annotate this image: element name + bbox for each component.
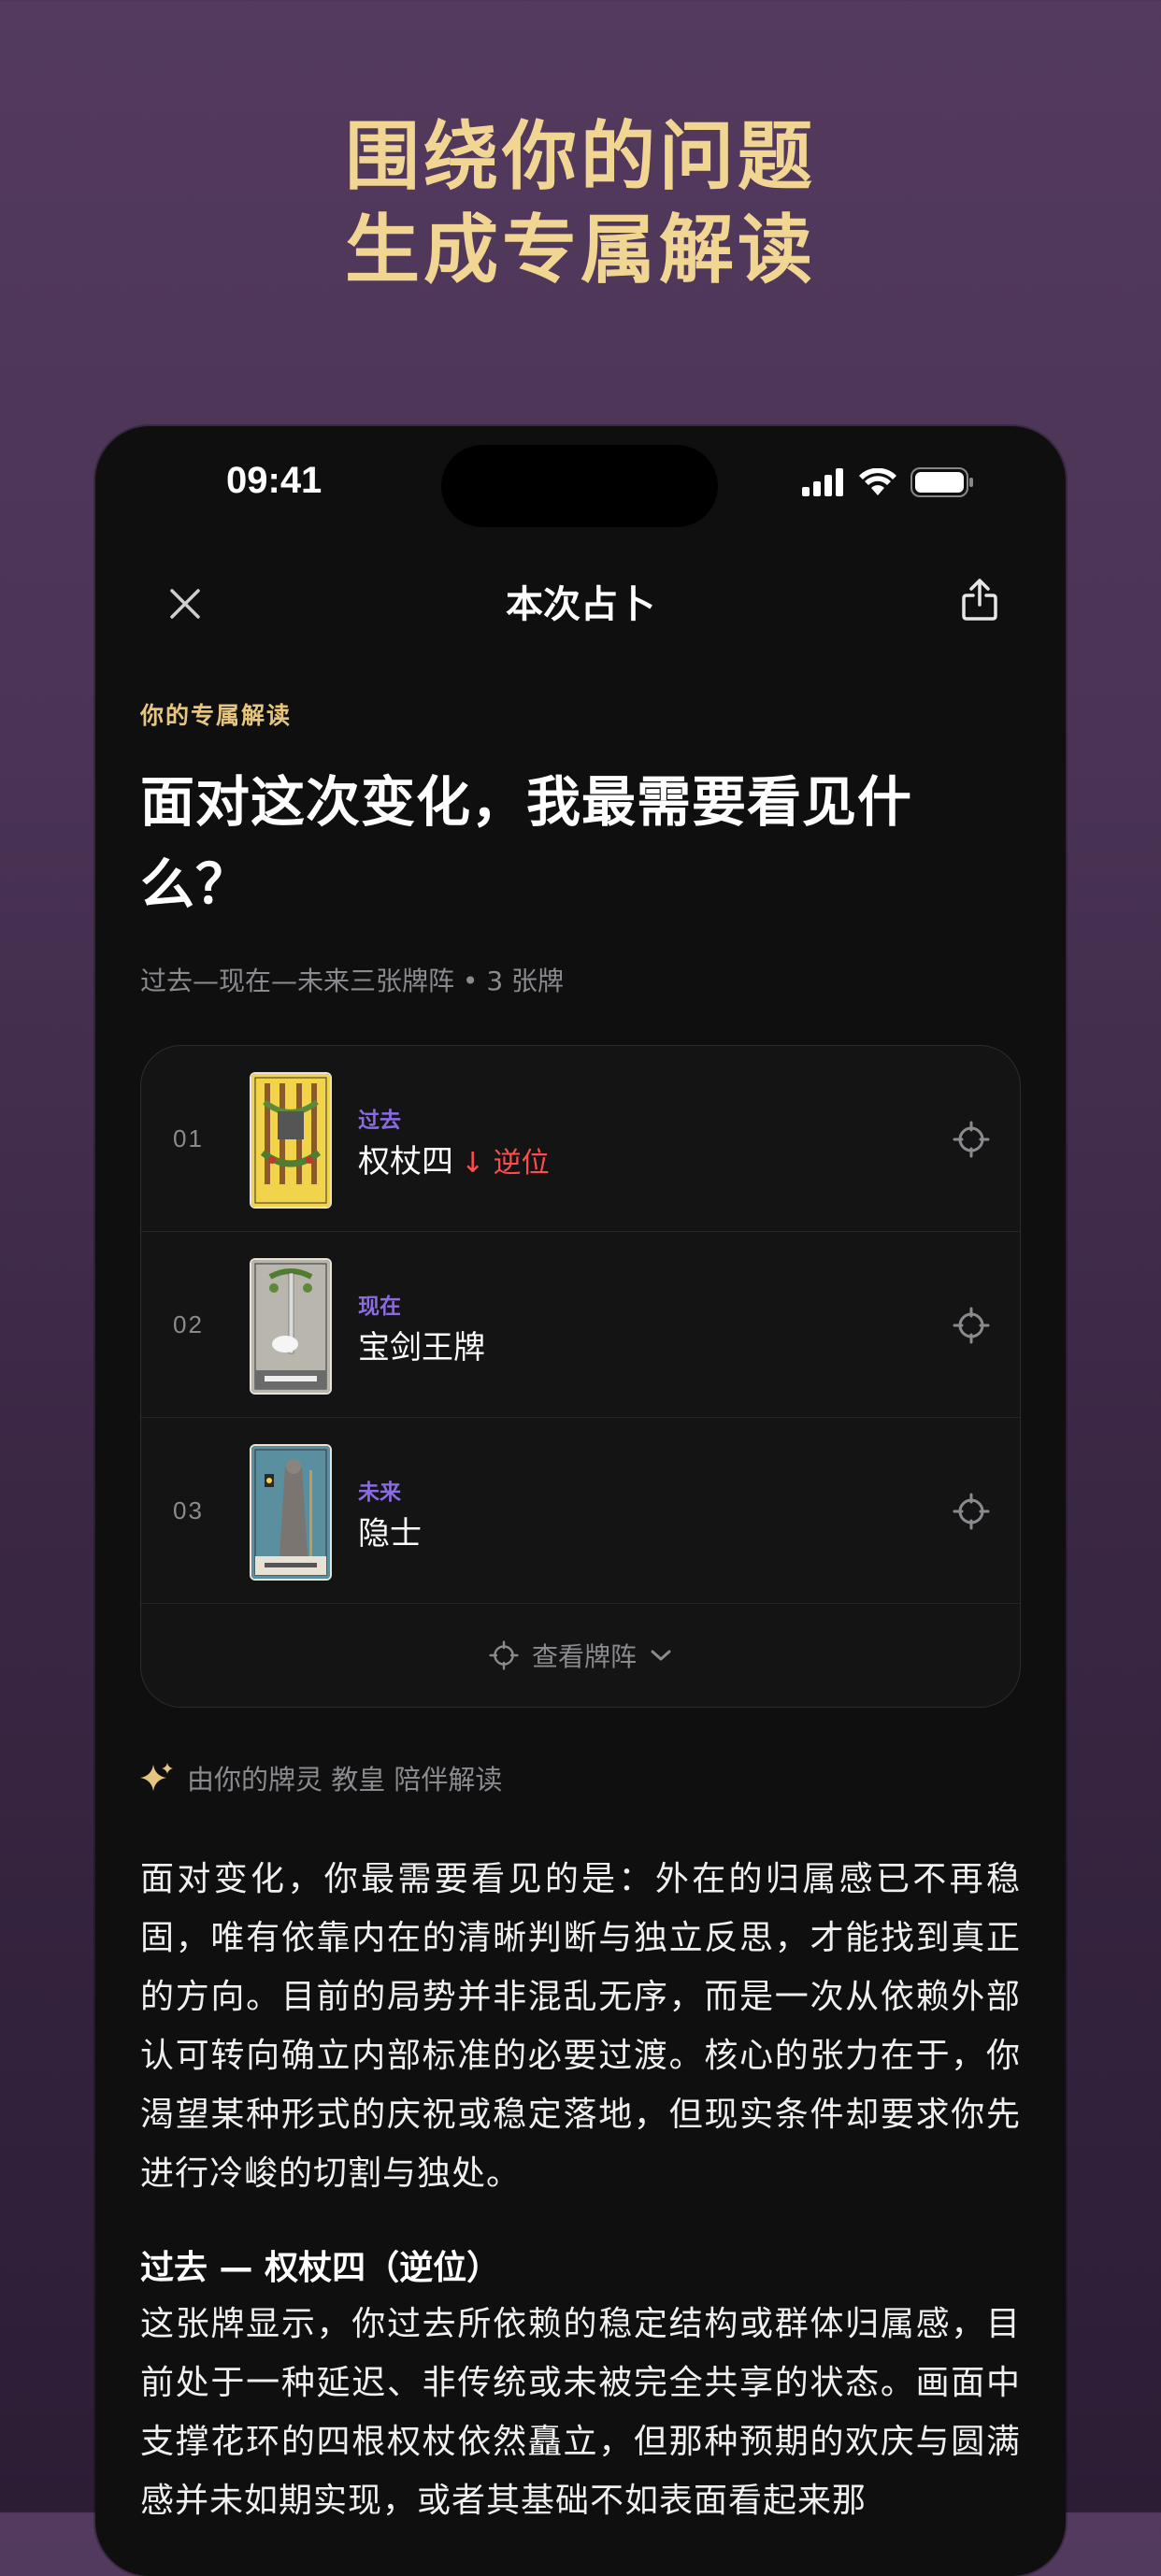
status-time: 09:41 [226, 460, 322, 501]
view-spread-label: 查看牌阵 [531, 1641, 637, 1672]
target-icon[interactable] [953, 1493, 990, 1530]
reading-content: 你的专属解读 面对这次变化，我最需要看见什么？ 过去—现在—未来三张牌阵 • 3… [140, 697, 1021, 2530]
card-name-text: 隐士 [358, 1515, 422, 1553]
signal-icon [802, 468, 843, 496]
headline-line-1: 围绕你的问题 [345, 113, 816, 200]
wifi-icon [859, 468, 896, 495]
card-number: 03 [173, 1496, 204, 1524]
card-position-label: 现在 [358, 1295, 401, 1319]
card-name: 隐士 [358, 1508, 422, 1553]
target-icon[interactable] [953, 1307, 990, 1344]
card-row-past[interactable]: 01 过去 权杖四 ↓ 逆位 [141, 1046, 1020, 1232]
dynamic-island [441, 445, 718, 527]
share-icon [962, 579, 997, 621]
past-section-title: 过去 — 权杖四（逆位） [140, 2249, 501, 2287]
card-name-text: 宝剑王牌 [358, 1329, 485, 1367]
target-icon[interactable] [953, 1121, 990, 1158]
interpretation-summary: 面对变化，你最需要看见的是：外在的归属感已不再稳固，唯有依靠内在的清晰判断与独立… [140, 1860, 1021, 2193]
reversed-badge: ↓ 逆位 [461, 1147, 550, 1180]
status-icons [802, 467, 976, 497]
chevron-down-icon [651, 1650, 671, 1661]
share-button[interactable] [952, 572, 1008, 628]
card-name: 宝剑王牌 [358, 1322, 485, 1367]
card-row-present[interactable]: 02 现在 宝剑王牌 [141, 1232, 1020, 1418]
companion-label: 由你的牌灵 教皇 陪伴解读 [187, 1764, 503, 1796]
card-name: 权杖四 ↓ 逆位 [358, 1136, 550, 1181]
card-number: 02 [173, 1310, 204, 1338]
sparkle-icon [140, 1763, 173, 1791]
headline-line-2: 生成专属解读 [345, 207, 816, 293]
view-spread-button[interactable]: 查看牌阵 [141, 1604, 1020, 1707]
card-row-future[interactable]: 03 未来 隐士 [141, 1418, 1020, 1604]
page-title: 本次占卜 [506, 583, 655, 626]
spread-meta: 过去—现在—未来三张牌阵 • 3 张牌 [140, 966, 565, 996]
card-position-label: 未来 [358, 1481, 401, 1505]
card-position-label: 过去 [358, 1109, 401, 1133]
promo-headline: 围绕你的问题 生成专属解读 [0, 110, 1161, 297]
card-number: 01 [173, 1124, 204, 1152]
card-list: 01 过去 权杖四 ↓ 逆位 02 现在 宝剑王牌 03 未来 隐士 查看牌阵 [140, 1045, 1021, 1708]
reading-question: 面对这次变化，我最需要看见什么？ [140, 770, 913, 916]
card-name-text: 权杖四 [358, 1143, 453, 1181]
reading-eyebrow: 你的专属解读 [140, 702, 293, 729]
phone-frame: 09:41 本次占卜 你的专属解读 面对这次变化，我最需要看见什么？ 过去—现在… [95, 426, 1066, 2576]
card-image-ace-of-swords [250, 1258, 332, 1395]
companion-note: 由你的牌灵 教皇 陪伴解读 [140, 1758, 1021, 1797]
past-section-text: 这张牌显示，你过去所依赖的稳定结构或群体归属感，目前处于一种延迟、非传统或未被完… [140, 2305, 1021, 2520]
battery-icon [910, 467, 973, 497]
card-image-the-hermit [250, 1444, 332, 1581]
target-icon [489, 1640, 519, 1670]
card-image-four-of-wands [250, 1072, 332, 1209]
